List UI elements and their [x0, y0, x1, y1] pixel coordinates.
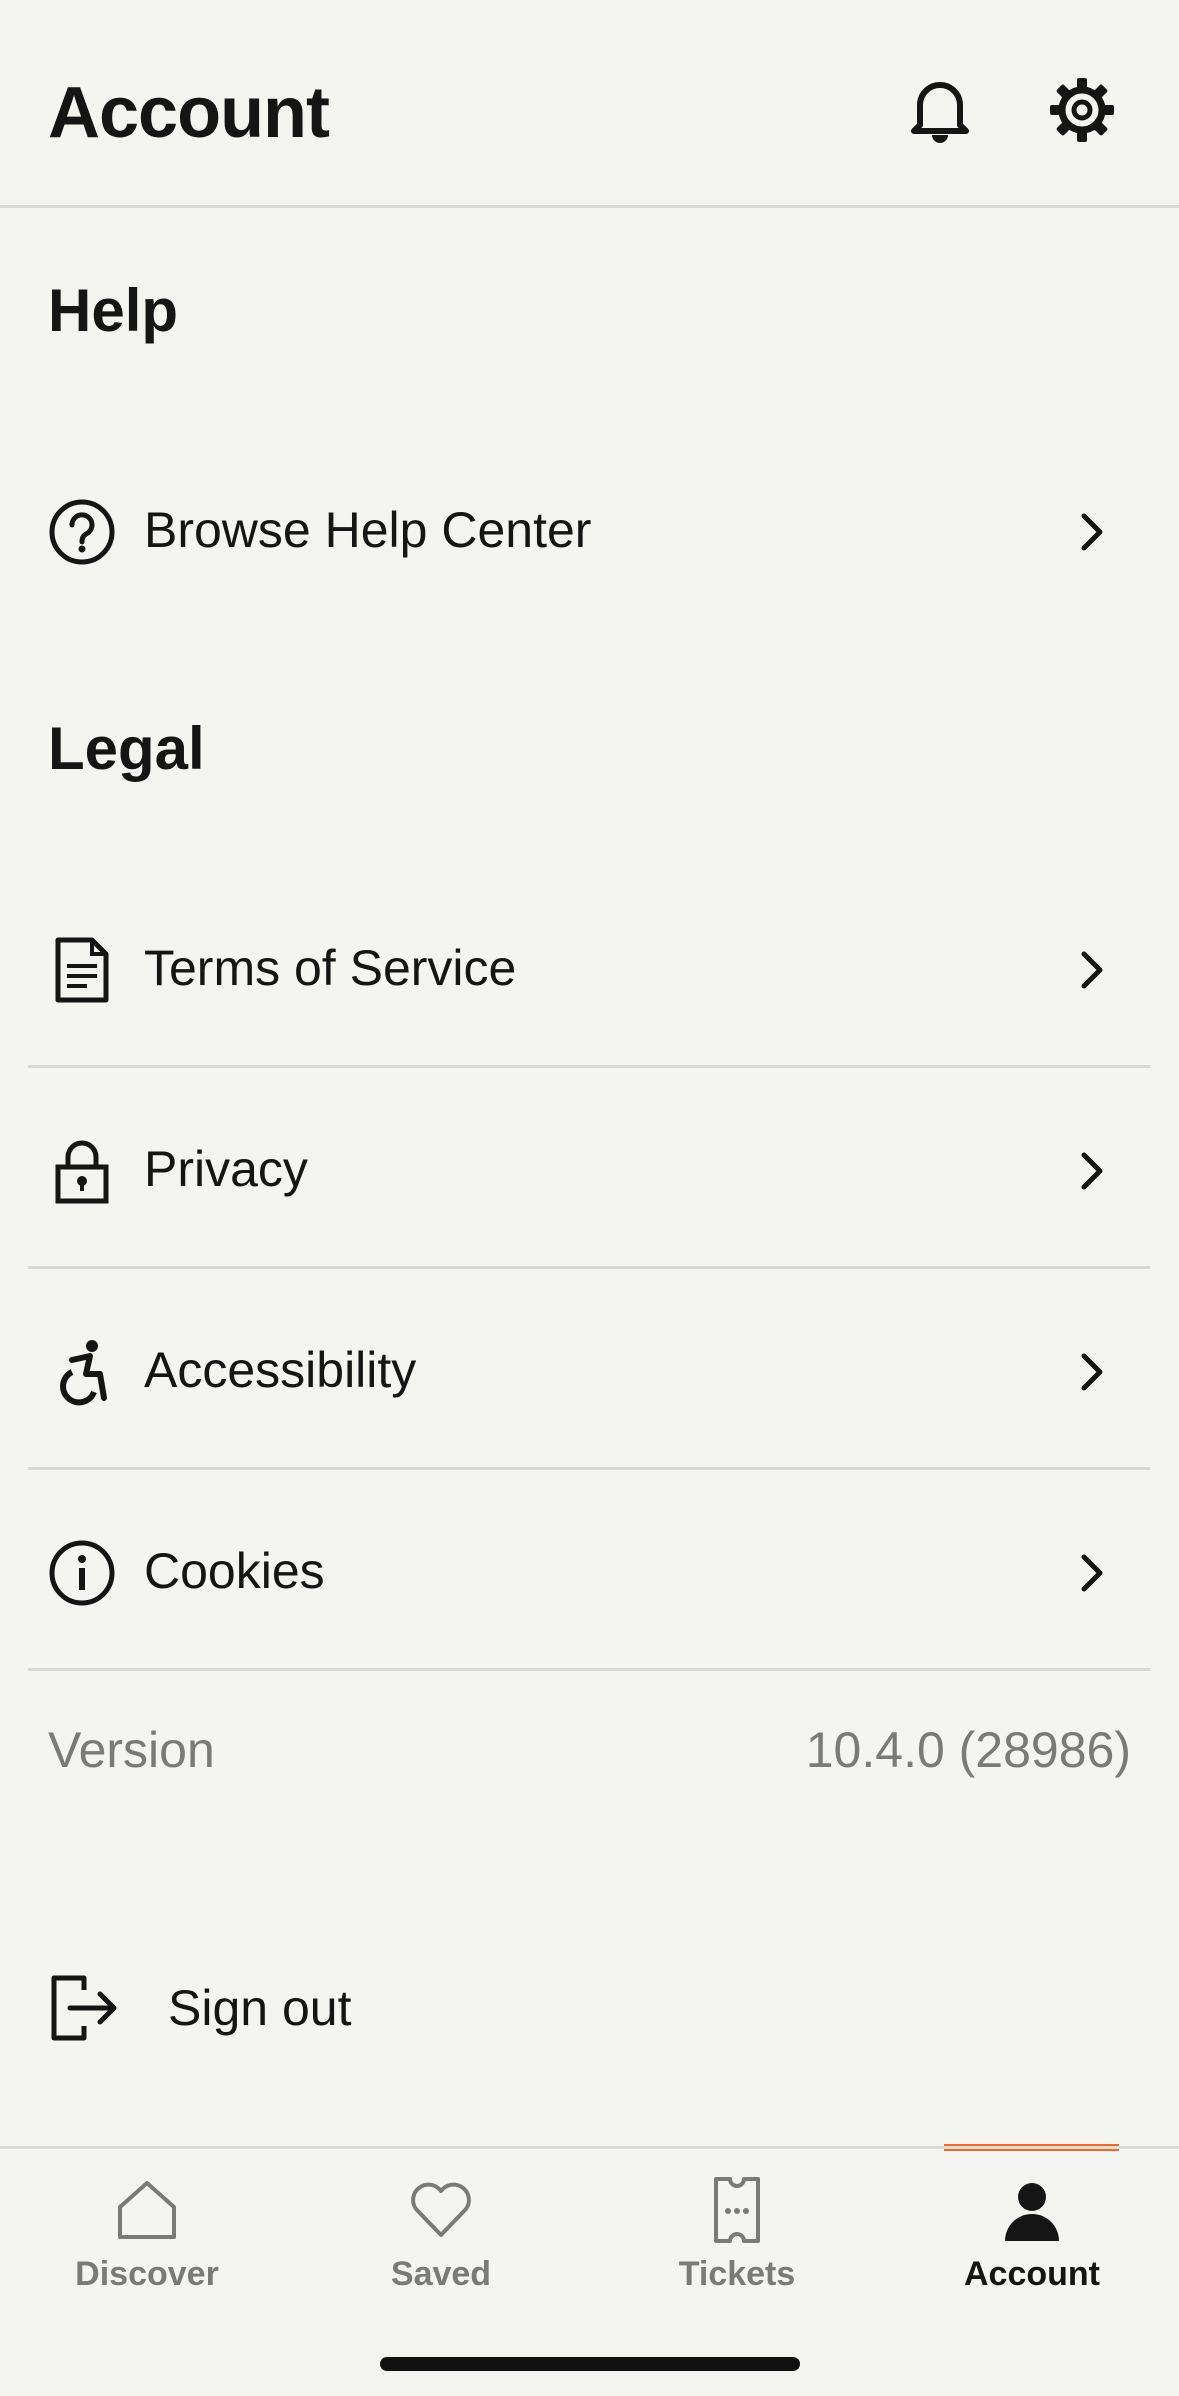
- lock-icon: [48, 1137, 116, 1205]
- tab-discover[interactable]: Discover: [0, 2149, 294, 2309]
- tab-saved[interactable]: Saved: [294, 2149, 588, 2309]
- legal-section-title: Legal: [48, 715, 205, 782]
- info-circle-icon: [48, 1539, 116, 1607]
- document-icon: [48, 936, 116, 1004]
- person-icon: [1005, 2183, 1059, 2241]
- tab-label: Saved: [390, 2255, 492, 2293]
- chevron-right-icon: [1081, 1554, 1103, 1592]
- row-label: Privacy: [144, 1141, 308, 1197]
- heart-icon: [411, 2182, 471, 2237]
- gear-icon[interactable]: [1042, 70, 1122, 150]
- version-label: Version: [48, 1722, 215, 1778]
- row-browse-help-center[interactable]: Browse Help Center: [28, 430, 1150, 630]
- row-cookies[interactable]: Cookies: [28, 1471, 1150, 1671]
- row-terms-of-service[interactable]: Terms of Service: [28, 868, 1150, 1068]
- sign-out-label: Sign out: [168, 1980, 352, 2036]
- ticket-icon: [714, 2177, 760, 2243]
- sign-out-button[interactable]: Sign out: [28, 1936, 628, 2076]
- row-label: Cookies: [144, 1543, 325, 1599]
- chevron-right-icon: [1081, 951, 1103, 989]
- home-indicator: [380, 2357, 800, 2371]
- row-label: Terms of Service: [144, 940, 517, 996]
- tab-label: Discover: [75, 2255, 219, 2293]
- tab-label: Account: [964, 2255, 1100, 2293]
- home-icon: [118, 2181, 176, 2239]
- chevron-right-icon: [1081, 1353, 1103, 1391]
- accessibility-icon: [48, 1338, 116, 1406]
- row-label: Browse Help Center: [144, 502, 592, 558]
- page-title: Account: [48, 73, 330, 153]
- question-circle-icon: [48, 498, 116, 566]
- row-accessibility[interactable]: Accessibility: [28, 1270, 1150, 1470]
- tab-account[interactable]: Account: [885, 2149, 1179, 2309]
- help-section-title: Help: [48, 277, 179, 344]
- version-value: 10.4.0 (28986): [805, 1722, 1131, 1778]
- tab-tickets[interactable]: Tickets: [590, 2149, 884, 2309]
- row-privacy[interactable]: Privacy: [28, 1069, 1150, 1269]
- bell-icon[interactable]: [900, 70, 980, 150]
- row-label: Accessibility: [144, 1342, 417, 1398]
- sign-out-icon: [51, 1975, 117, 2041]
- tab-label: Tickets: [678, 2255, 796, 2293]
- chevron-right-icon: [1081, 1152, 1103, 1190]
- chevron-right-icon: [1081, 513, 1103, 551]
- top-bar: Account: [0, 0, 1179, 208]
